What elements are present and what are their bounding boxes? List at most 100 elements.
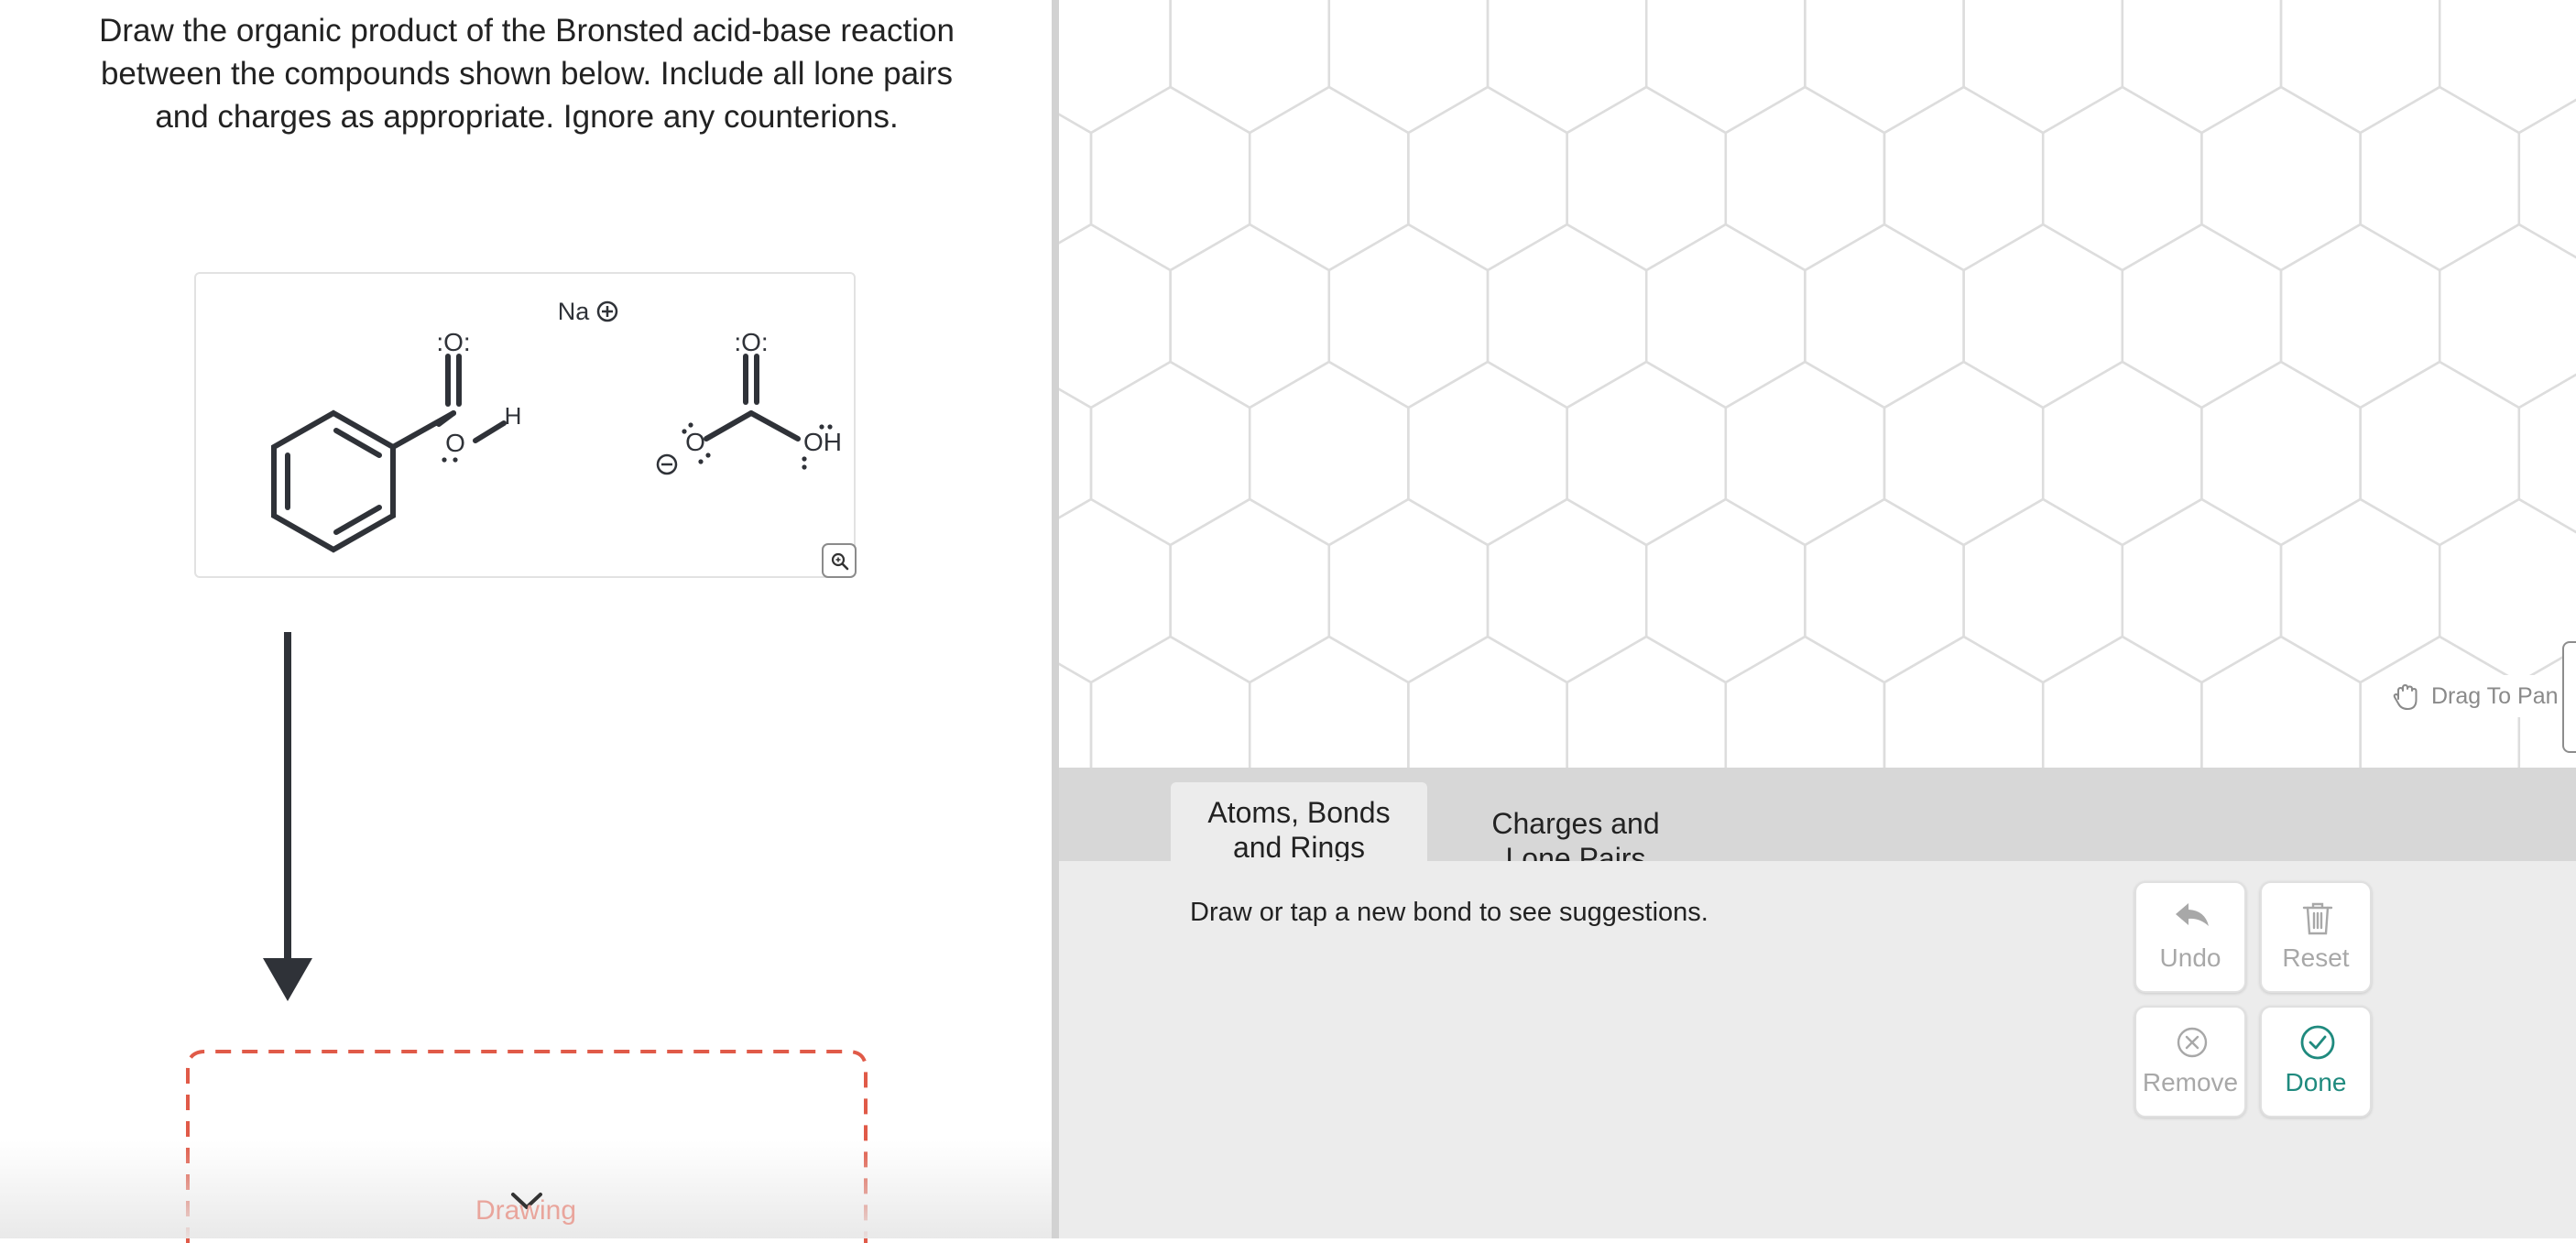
- c-oh-bond: [748, 410, 801, 442]
- grid-hexagon: [1327, 497, 1490, 684]
- grid-hexagon: [1248, 360, 1410, 547]
- undo-icon: [2176, 903, 2209, 926]
- grid-hexagon: [1089, 635, 1251, 768]
- base-hydroxyl: OH: [803, 428, 842, 456]
- lone-pair-dot: [819, 424, 824, 430]
- base-carbonyl-oxygen: :O:: [734, 328, 768, 356]
- lone-pair-dot: [827, 424, 833, 430]
- reset-button[interactable]: Reset: [2260, 881, 2372, 993]
- grid-hexagon: [1644, 223, 1806, 409]
- acid-hydrogen: H: [505, 402, 522, 430]
- grid-hexagon: [1724, 360, 1886, 547]
- grid-hexagon: [1644, 497, 1806, 684]
- grid-hexagon: [1407, 360, 1568, 547]
- grid-hexagon: [1962, 0, 2124, 135]
- reactant-structures: :O: O H Na :O: O OH: [271, 298, 842, 553]
- grid-hexagon: [1059, 387, 1093, 519]
- lone-pair-dot: [802, 456, 807, 462]
- lone-pair-dot: [802, 464, 807, 470]
- benzene-ring: [271, 409, 396, 553]
- lone-pair-dot: [705, 452, 711, 458]
- grid-hexagon: [2279, 0, 2441, 135]
- grid-hexagon: [1566, 360, 1728, 547]
- grid-hexagon: [2517, 98, 2576, 259]
- tab-charges-lone-pairs[interactable]: Charges and Lone Pairs: [1447, 786, 1704, 875]
- zoom-button[interactable]: [822, 543, 857, 578]
- drawing-toggle-label[interactable]: Drawing: [434, 1195, 617, 1227]
- reactants-box: :O: O H Na :O: O OH: [194, 272, 856, 578]
- grid-hexagon: [2041, 85, 2203, 272]
- lone-pair-dot: [688, 422, 693, 428]
- tab-label-line: Atoms, Bonds: [1207, 796, 1391, 829]
- grid-hexagon: [1804, 497, 1965, 684]
- suggestion-hint: Draw or tap a new bond to see suggestion…: [1190, 898, 1708, 927]
- grid-hexagon: [1089, 85, 1251, 272]
- o-h-bond: [473, 420, 507, 443]
- lone-pair-dot: [442, 457, 447, 463]
- grid-hexagon: [1724, 85, 1886, 272]
- tab-atoms-bonds-rings[interactable]: Atoms, Bonds and Rings: [1171, 782, 1427, 864]
- lone-pair-dot: [682, 429, 687, 434]
- negative-charge-icon: [656, 453, 678, 475]
- undo-label: Undo: [2159, 943, 2221, 972]
- check-circle-icon: [2300, 1025, 2335, 1060]
- grid-hexagon: [1059, 0, 1172, 135]
- grid-hexagon: [1169, 497, 1331, 684]
- drag-to-pan-label: Drag To Pan: [2431, 682, 2559, 709]
- remove-label: Remove: [2142, 1068, 2239, 1096]
- grid-hexagon: [2438, 497, 2576, 684]
- grid-hexagon: [1059, 223, 1172, 409]
- grid-hexagon: [1644, 0, 1806, 135]
- grid-hexagon: [1486, 0, 1648, 135]
- grid-hexagon: [1962, 223, 2124, 409]
- pane-divider[interactable]: [1052, 0, 1059, 1238]
- question-line: and charges as appropriate. Ignore any c…: [155, 99, 899, 135]
- acid-carbonyl-oxygen: :O:: [436, 328, 470, 356]
- grid-hexagon: [1407, 85, 1568, 272]
- tab-label-line: and Rings: [1232, 831, 1366, 864]
- undo-button[interactable]: Undo: [2134, 881, 2246, 993]
- grid-hexagon: [1327, 223, 1490, 409]
- grid-hexagon: [2121, 497, 2283, 684]
- grid-hexagon: [2517, 373, 2576, 534]
- grid-hexagon: [1566, 85, 1728, 272]
- c-o-bond: [704, 410, 754, 442]
- grid-hexagon: [2359, 360, 2521, 547]
- grid-hexagon: [1724, 635, 1886, 768]
- grid-hexagon: [1883, 85, 2045, 272]
- tool-panel: Draw or tap a new bond to see suggestion…: [1059, 861, 2576, 1238]
- grid-hexagon: [2200, 635, 2362, 768]
- trash-icon: [2302, 902, 2333, 935]
- base-anion-oxygen: O: [685, 428, 705, 456]
- remove-icon: [2177, 1027, 2208, 1058]
- grid-hexagon: [1169, 223, 1331, 409]
- grid-hexagon: [2359, 85, 2521, 272]
- grid-hexagon: [1804, 0, 1965, 135]
- grid-hexagon: [1407, 635, 1568, 768]
- grid-hexagon: [1059, 497, 1172, 684]
- grid-hexagon: [1089, 360, 1251, 547]
- side-panel-handle[interactable]: [2562, 641, 2576, 753]
- grid-hexagon: [2200, 85, 2362, 272]
- grid-hexagon: [1059, 662, 1093, 768]
- done-button[interactable]: Done: [2260, 1006, 2372, 1118]
- lone-pair-dot: [698, 459, 704, 464]
- positive-charge-icon: [596, 300, 618, 322]
- counterion-label: Na: [558, 298, 590, 325]
- reset-label: Reset: [2282, 943, 2350, 972]
- lone-pair-dot: [453, 457, 458, 463]
- remove-button[interactable]: Remove: [2134, 1006, 2246, 1118]
- hexagon-grid: [1059, 0, 2576, 768]
- drag-to-pan-hint: Drag To Pan: [2382, 675, 2568, 717]
- magnifier-icon: [831, 552, 849, 571]
- grid-hexagon: [1883, 635, 2045, 768]
- drawing-canvas[interactable]: [1059, 0, 2576, 768]
- grid-hexagon: [2041, 635, 2203, 768]
- question-pane: Draw the organic product of the Bronsted…: [0, 0, 1052, 1243]
- acid-hydroxyl-oxygen: O: [445, 429, 465, 457]
- grid-hexagon: [2200, 360, 2362, 547]
- hand-icon: [2393, 684, 2418, 710]
- grid-hexagon: [2279, 223, 2441, 409]
- grid-hexagon: [1883, 360, 2045, 547]
- grid-hexagon: [2279, 497, 2441, 684]
